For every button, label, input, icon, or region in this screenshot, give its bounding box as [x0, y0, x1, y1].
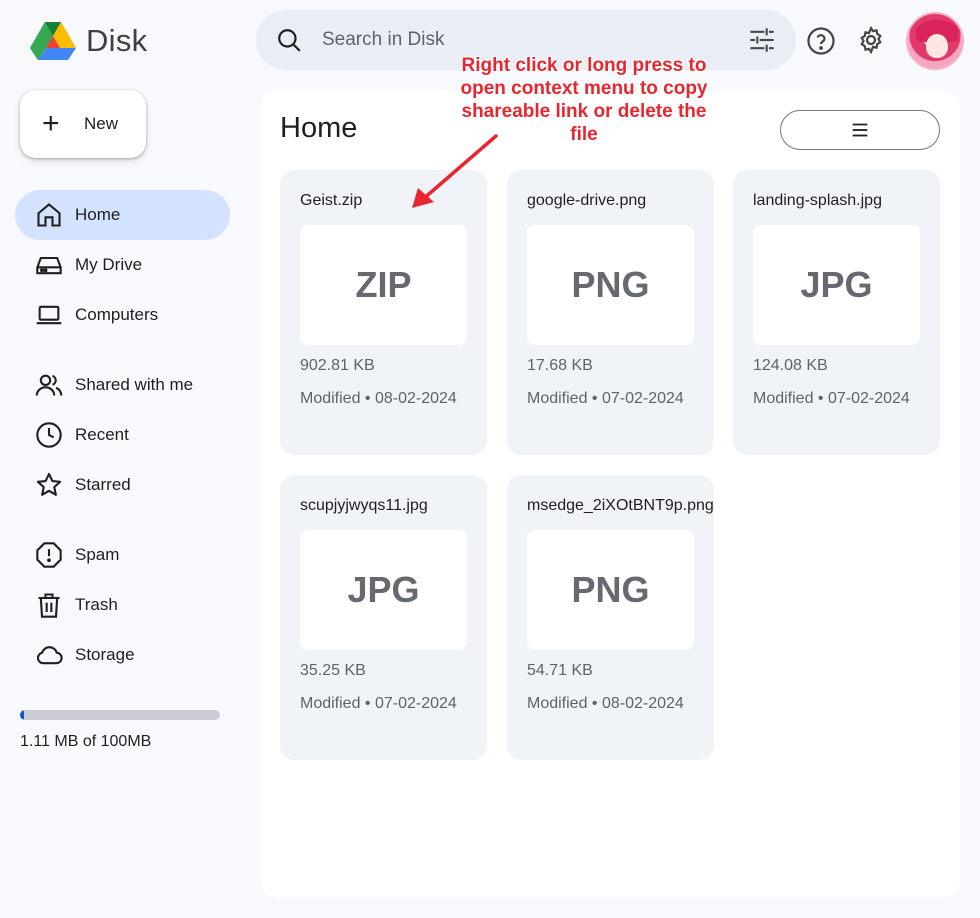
main-panel: Home Geist.zip ZIP 902.81 KB Modified • … [260, 90, 960, 898]
page-title: Home [280, 112, 358, 144]
file-size: 35.25 KB [300, 662, 366, 679]
drive-icon [36, 256, 62, 275]
view-toggle[interactable] [780, 110, 940, 150]
sidebar-item-trash[interactable]: Trash [15, 580, 230, 630]
file-modified: Modified • 07-02-2024 [300, 695, 457, 712]
sidebar-item-label: Trash [75, 595, 118, 614]
file-size: 54.71 KB [527, 662, 593, 679]
file-name: landing-splash.jpg [753, 192, 882, 209]
file-type-thumbnail: JPG [300, 530, 467, 650]
list-view-button[interactable] [781, 111, 939, 149]
sidebar-nav: Home My Drive Computers Shared with me R… [15, 190, 230, 680]
plus-icon: + [42, 107, 60, 140]
star-icon [36, 472, 62, 496]
cloud-icon [36, 646, 63, 665]
gear-icon[interactable] [856, 25, 886, 55]
home-icon [37, 203, 61, 227]
app-logo[interactable]: Disk [30, 20, 147, 62]
sidebar-item-my-drive[interactable]: My Drive [15, 240, 230, 290]
file-card[interactable]: google-drive.png PNG 17.68 KB Modified •… [507, 170, 714, 455]
sidebar-item-label: Computers [75, 305, 159, 324]
file-modified: Modified • 08-02-2024 [527, 695, 684, 712]
storage-progress-fill [20, 710, 24, 720]
spam-icon [36, 542, 62, 568]
file-size: 124.08 KB [753, 357, 828, 374]
storage-progress-bar [20, 710, 220, 720]
file-modified: Modified • 07-02-2024 [753, 390, 910, 407]
filter-options-icon[interactable] [748, 26, 776, 54]
file-type-thumbnail: ZIP [300, 225, 467, 345]
annotation-arrow-icon [412, 134, 498, 208]
clock-icon [36, 422, 62, 448]
search-icon[interactable] [276, 27, 302, 53]
file-name: google-drive.png [527, 192, 647, 209]
sidebar-item-recent[interactable]: Recent [15, 410, 230, 460]
file-type-thumbnail: PNG [527, 225, 694, 345]
new-button[interactable]: + New [20, 90, 146, 158]
file-card[interactable]: landing-splash.jpg JPG 124.08 KB Modifie… [733, 170, 940, 455]
sidebar-item-label: Spam [75, 545, 120, 564]
file-type-thumbnail: PNG [527, 530, 694, 650]
disk-logo-icon [30, 22, 76, 60]
file-size: 17.68 KB [527, 357, 593, 374]
file-modified: Modified • 08-02-2024 [300, 390, 457, 407]
trash-icon [38, 593, 60, 618]
help-icon[interactable] [806, 26, 836, 56]
sidebar-item-home[interactable]: Home [15, 190, 230, 240]
app-name: Disk [86, 23, 148, 58]
file-size: 902.81 KB [300, 357, 375, 374]
sidebar-item-label: Shared with me [75, 375, 194, 394]
sidebar-item-label: My Drive [75, 255, 143, 274]
sidebar-item-shared-with-me[interactable]: Shared with me [15, 360, 230, 410]
file-name: scupjyjwyqs11.jpg [300, 497, 428, 514]
sidebar-item-spam[interactable]: Spam [15, 530, 230, 580]
file-card[interactable]: msedge_2iXOtBNT9p.png PNG 54.71 KB Modif… [507, 475, 714, 760]
file-name: msedge_2iXOtBNT9p.png [527, 497, 714, 514]
sidebar-item-storage[interactable]: Storage [15, 630, 230, 680]
sidebar-item-label: Home [75, 205, 121, 224]
search-input[interactable] [322, 24, 722, 56]
storage-usage-text: 1.11 MB of 100MB [20, 733, 152, 750]
sidebar-item-label: Storage [75, 645, 135, 664]
people-icon [35, 374, 63, 396]
avatar-face [926, 34, 948, 58]
sidebar-item-label: Starred [75, 475, 131, 494]
file-type-thumbnail: JPG [753, 225, 920, 345]
laptop-icon [36, 305, 62, 325]
sidebar-item-starred[interactable]: Starred [15, 460, 230, 510]
file-card[interactable]: scupjyjwyqs11.jpg JPG 35.25 KB Modified … [280, 475, 487, 760]
list-icon [852, 123, 868, 137]
new-button-label: New [84, 114, 119, 133]
file-modified: Modified • 07-02-2024 [527, 390, 684, 407]
sidebar-item-label: Recent [75, 425, 129, 444]
avatar[interactable] [906, 12, 964, 70]
sidebar-item-computers[interactable]: Computers [15, 290, 230, 340]
